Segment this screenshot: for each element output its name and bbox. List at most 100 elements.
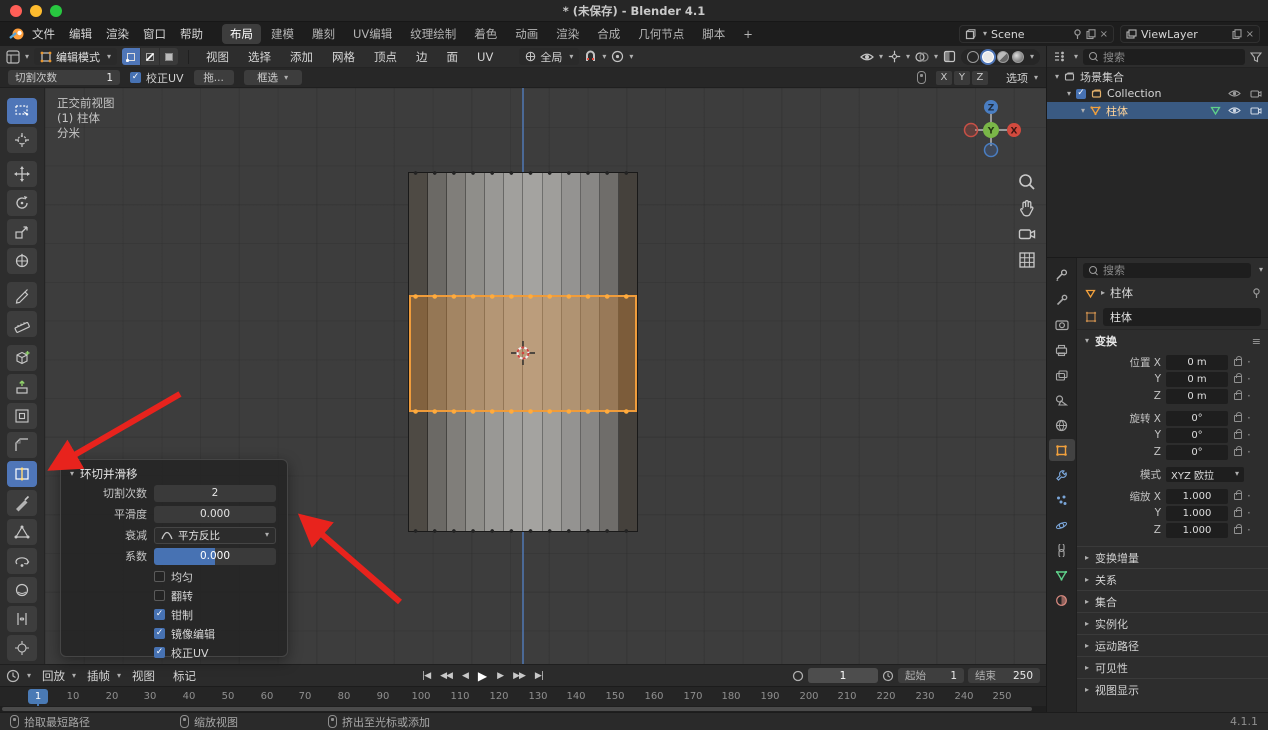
tab-output[interactable] (1049, 339, 1075, 361)
object-name-field[interactable]: 柱体 (1103, 308, 1261, 326)
menu-edge[interactable]: 边 (409, 49, 435, 65)
tool-transform-button[interactable] (7, 248, 37, 274)
navigation-gizmo[interactable]: Z X Y (957, 96, 1025, 164)
scale-x-lock-icon[interactable] (1234, 493, 1242, 500)
prev-keyframe-button[interactable]: ◀◀ (436, 670, 456, 682)
rot-z-animate-icon[interactable]: · (1247, 446, 1251, 458)
section-collections[interactable]: ▸集合 (1077, 590, 1268, 612)
panel-collapse-icon[interactable]: ▾ (70, 470, 74, 478)
tool-poly-build-button[interactable] (7, 519, 37, 545)
workspace-tab-shading[interactable]: 着色 (466, 24, 505, 44)
ortho-toggle-button[interactable] (1017, 250, 1037, 270)
scale-z-lock-icon[interactable] (1234, 527, 1242, 534)
tab-object-data[interactable] (1049, 564, 1075, 586)
menu-view[interactable]: 视图 (199, 49, 236, 65)
transform-section-header[interactable]: ▾ 变换 ≡ (1077, 330, 1268, 352)
workspace-tab-sculpting[interactable]: 雕刻 (304, 24, 343, 44)
shading-solid-button[interactable] (982, 51, 994, 63)
menu-render[interactable]: 渲染 (99, 26, 136, 42)
menu-window[interactable]: 窗口 (136, 26, 173, 42)
properties-editor-type-button[interactable] (1049, 264, 1075, 286)
tab-scene[interactable] (1049, 389, 1075, 411)
tool-inset-button[interactable] (7, 403, 37, 429)
rot-y-field[interactable]: 0° (1166, 428, 1228, 443)
tab-world[interactable] (1049, 414, 1075, 436)
clamp-toggle[interactable]: ✓ 钳制 (154, 606, 287, 623)
loc-z-field[interactable]: 0 m (1166, 389, 1228, 404)
tool-annotate-button[interactable] (7, 282, 37, 308)
mode-dropdown[interactable]: 编辑模式 ▾ (34, 48, 117, 65)
tool-rotate-button[interactable] (7, 190, 37, 216)
properties-pin-icon[interactable] (1252, 288, 1261, 299)
transform-expand-icon[interactable]: ▾ (1085, 337, 1089, 345)
axis-x-button[interactable]: X (936, 71, 952, 85)
tool-cursor-button[interactable] (7, 127, 37, 153)
section-viewport-display[interactable]: ▸视图显示 (1077, 678, 1268, 700)
tool-extrude-button[interactable] (7, 374, 37, 400)
tab-render[interactable] (1049, 314, 1075, 336)
select-mode-vertex-button[interactable] (122, 48, 140, 65)
menu-file[interactable]: 文件 (25, 26, 62, 42)
cylinder-render-icon[interactable] (1250, 105, 1262, 116)
tool-edge-slide-button[interactable] (7, 606, 37, 632)
shading-material-button[interactable] (997, 51, 1009, 63)
section-delta-transform[interactable]: ▸变换增量 (1077, 546, 1268, 568)
collection-checkbox[interactable]: ✓ (1076, 89, 1086, 99)
outliner-search-field[interactable]: 搜索 (1083, 49, 1245, 65)
rotation-mode-dropdown[interactable]: XYZ 欧拉▾ (1166, 467, 1244, 482)
transform-menu-icon[interactable]: ≡ (1252, 335, 1261, 348)
menu-face[interactable]: 面 (440, 49, 466, 65)
properties-options-caret-icon[interactable]: ▾ (1259, 266, 1263, 274)
menu-select[interactable]: 选择 (241, 49, 278, 65)
cuts-value-field[interactable]: 2 (154, 485, 276, 502)
unlink-scene-icon[interactable]: × (1100, 29, 1108, 40)
shading-rendered-button[interactable] (1012, 51, 1024, 63)
factor-slider[interactable]: 0.000 (154, 548, 276, 565)
mirror-editing-checkbox[interactable]: ✓ (154, 628, 165, 639)
workspace-tab-texture-paint[interactable]: 纹理绘制 (402, 24, 464, 44)
viewlayer-selector[interactable]: ViewLayer × (1120, 25, 1260, 43)
filter-icon[interactable] (1250, 51, 1262, 63)
add-workspace-button[interactable]: + (735, 25, 761, 43)
workspace-tab-animation[interactable]: 动画 (507, 24, 546, 44)
scene-selector[interactable]: ▾ Scene × (959, 25, 1114, 43)
outliner-row-cylinder[interactable]: ▾ 柱体 (1047, 102, 1268, 119)
current-frame-field[interactable]: 1 (808, 668, 878, 683)
section-relations[interactable]: ▸关系 (1077, 568, 1268, 590)
outliner-editor-caret-icon[interactable]: ▾ (1074, 53, 1078, 61)
falloff-dropdown[interactable]: 平方反比 ▾ (154, 527, 276, 544)
menu-playback[interactable]: 回放 (35, 668, 72, 684)
remove-viewlayer-icon[interactable]: × (1246, 29, 1254, 40)
timeline-editor-caret-icon[interactable]: ▾ (27, 672, 31, 680)
scale-y-field[interactable]: 1.000 (1166, 506, 1228, 521)
cylinder-expand-icon[interactable]: ▾ (1081, 107, 1085, 115)
select-box-dropdown[interactable]: 框选 ▾ (244, 70, 302, 85)
tool-move-button[interactable] (7, 161, 37, 187)
collection-eye-icon[interactable] (1228, 88, 1241, 99)
editor-type-button[interactable]: ▾ (6, 50, 29, 64)
cylinder-eye-icon[interactable] (1228, 105, 1241, 116)
scale-x-animate-icon[interactable]: · (1247, 490, 1251, 502)
blender-logo-icon[interactable] (8, 26, 25, 43)
tool-select-box-button[interactable] (7, 98, 37, 124)
shading-wireframe-button[interactable] (967, 51, 979, 63)
tool-knife-button[interactable] (7, 490, 37, 516)
outliner-row-scene-collection[interactable]: ▾ 场景集合 (1047, 68, 1268, 85)
loc-x-lock-icon[interactable] (1234, 359, 1242, 366)
loc-y-field[interactable]: 0 m (1166, 372, 1228, 387)
pin-icon[interactable] (1073, 29, 1082, 40)
jump-to-end-button[interactable]: ▶| (531, 670, 547, 682)
axis-z-button[interactable]: Z (972, 71, 988, 85)
rot-y-animate-icon[interactable]: · (1247, 429, 1251, 441)
show-gizmo-button[interactable]: ▾ (860, 51, 883, 63)
scale-z-field[interactable]: 1.000 (1166, 523, 1228, 538)
overlays-button[interactable]: ▾ (915, 51, 938, 63)
scrollbar-handle[interactable] (2, 707, 1032, 711)
menu-marker[interactable]: 标记 (166, 668, 203, 684)
menu-edit[interactable]: 编辑 (62, 26, 99, 42)
loc-y-animate-icon[interactable]: · (1247, 373, 1251, 385)
cuts-number-field[interactable]: 切割次数 1 (8, 70, 120, 85)
section-instancing[interactable]: ▸实例化 (1077, 612, 1268, 634)
even-checkbox[interactable] (154, 571, 165, 582)
tab-object[interactable] (1049, 439, 1075, 461)
